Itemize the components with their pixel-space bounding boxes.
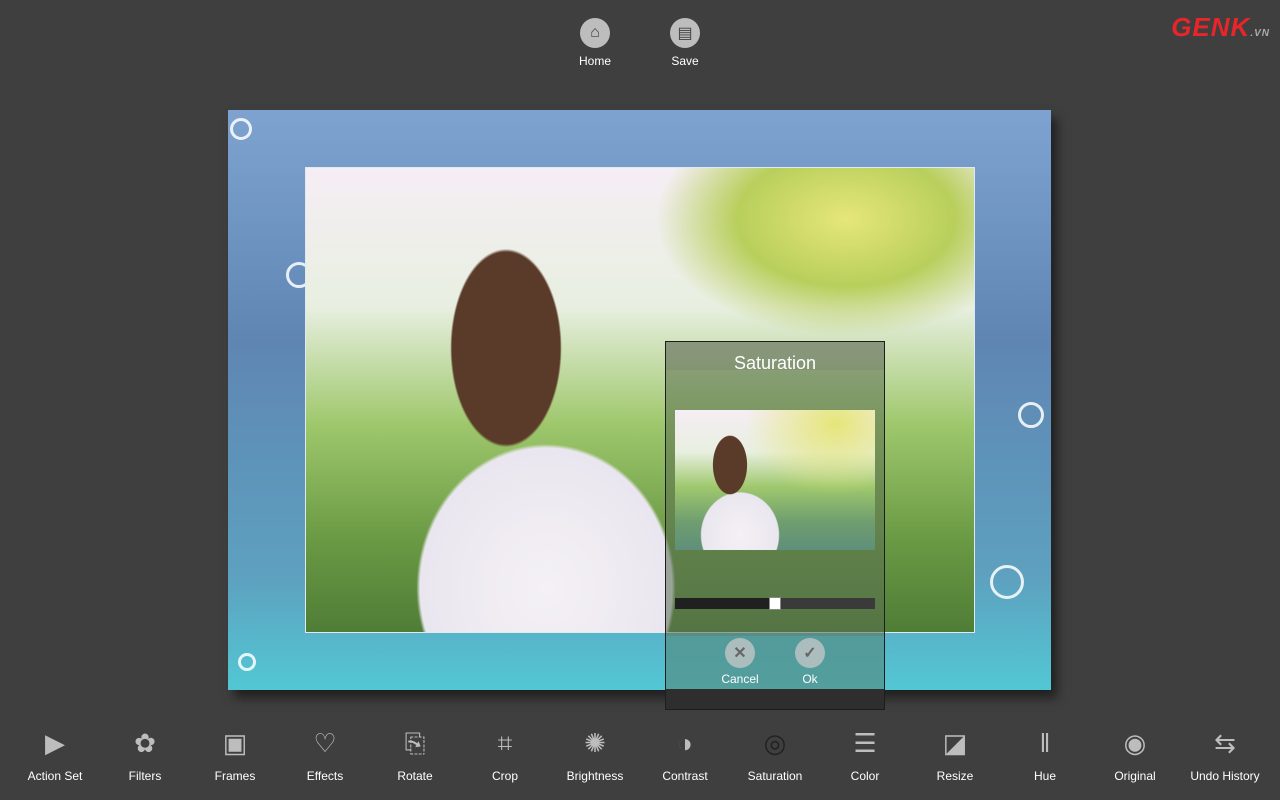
tool-label: Hue — [1033, 769, 1056, 783]
saturation-slider[interactable] — [675, 597, 875, 610]
tool-label: Crop — [491, 769, 518, 783]
tool-contrast[interactable]: ◑ Contrast — [640, 727, 730, 783]
tool-hue[interactable]: ‖ Hue — [1000, 727, 1090, 783]
frame-star-icon: ▣ — [222, 728, 248, 758]
tool-label: Undo History — [1190, 769, 1260, 783]
preview-image — [675, 410, 875, 550]
tool-action-set[interactable]: ▶ Action Set — [10, 727, 100, 783]
eye-icon: ◉ — [1123, 728, 1147, 758]
tool-label: Brightness — [566, 769, 624, 783]
spiral-icon: ◎ — [763, 728, 787, 758]
home-button[interactable]: ⌂ Home — [565, 18, 625, 68]
cancel-label: Cancel — [721, 672, 759, 686]
undo-history-icon: ⇆ — [1214, 728, 1236, 758]
tool-label: Saturation — [747, 769, 803, 783]
dialog-title: Saturation — [733, 353, 817, 373]
rotate-icon: ⎘ — [404, 728, 426, 758]
contrast-icon: ◑ — [677, 728, 693, 758]
heart-icon: ♡ — [313, 728, 337, 758]
tool-frames[interactable]: ▣ Frames — [190, 727, 280, 783]
tool-label: Rotate — [397, 769, 433, 783]
tool-undo-history[interactable]: ⇆ Undo History — [1180, 727, 1270, 783]
save-button[interactable]: ▤ Save — [655, 18, 715, 68]
flower-icon: ✿ — [134, 728, 156, 758]
tool-saturation[interactable]: ◎ Saturation — [730, 727, 820, 783]
tool-color[interactable]: ☰ Color — [820, 727, 910, 783]
tool-resize[interactable]: ◪ Resize — [910, 727, 1000, 783]
tool-label: Effects — [306, 769, 344, 783]
hue-icon: ‖ — [1039, 728, 1051, 758]
tool-original[interactable]: ◉ Original — [1090, 727, 1180, 783]
crop-icon: ⌗ — [497, 728, 513, 758]
tool-label: Filters — [128, 769, 162, 783]
sliders-icon: ☰ — [853, 728, 877, 758]
check-icon: ✓ — [795, 638, 825, 668]
home-icon: ⌂ — [580, 18, 610, 48]
tool-label: Resize — [936, 769, 974, 783]
tool-rotate[interactable]: ⎘ Rotate — [370, 727, 460, 783]
ok-label: Ok — [802, 672, 818, 686]
tool-label: Action Set — [27, 769, 83, 783]
tool-label: Frames — [214, 769, 256, 783]
saturation-dialog: Saturation ✕ Cancel ✓ Ok — [665, 341, 885, 710]
tool-label: Contrast — [662, 769, 708, 783]
cancel-button[interactable]: ✕ Cancel — [715, 638, 765, 686]
tool-crop[interactable]: ⌗ Crop — [460, 727, 550, 783]
ok-button[interactable]: ✓ Ok — [785, 638, 835, 686]
tool-effects[interactable]: ♡ Effects — [280, 727, 370, 783]
sun-icon: ✺ — [584, 728, 606, 758]
play-icon: ▶ — [45, 728, 65, 758]
tool-filters[interactable]: ✿ Filters — [100, 727, 190, 783]
slider-thumb[interactable] — [769, 597, 781, 610]
image-canvas[interactable] — [228, 110, 1051, 690]
tool-label: Original — [1114, 769, 1156, 783]
resize-icon: ◪ — [942, 728, 968, 758]
close-icon: ✕ — [725, 638, 755, 668]
genk-logo: GENK.VN — [1171, 12, 1270, 42]
tool-brightness[interactable]: ✺ Brightness — [550, 727, 640, 783]
save-label: Save — [671, 54, 699, 68]
home-label: Home — [578, 54, 611, 68]
save-icon: ▤ — [670, 18, 700, 48]
bottom-toolbar: ▶ Action Set ✿ Filters ▣ Frames ♡ Effects ⎘ Rotat… — [0, 727, 1280, 787]
tool-label: Color — [850, 769, 880, 783]
